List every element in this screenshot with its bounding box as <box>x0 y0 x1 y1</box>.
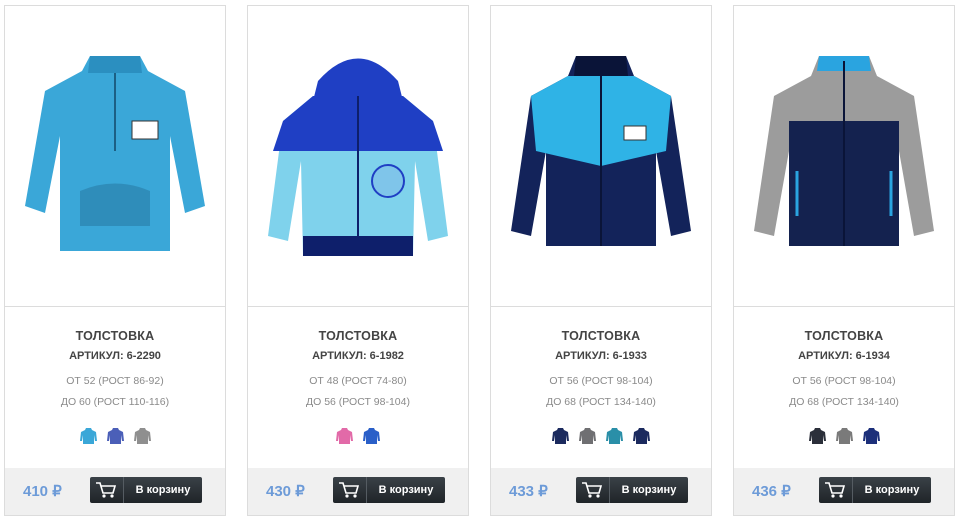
color-swatch[interactable] <box>133 427 151 444</box>
product-image[interactable] <box>248 6 468 307</box>
product-card[interactable]: ТОЛСТОВКА АРТИКУЛ: 6-1933 ОТ 56 (РОСТ 98… <box>490 5 712 516</box>
add-to-cart-button[interactable]: В корзину <box>90 477 202 503</box>
product-title[interactable]: ТОЛСТОВКА <box>491 329 711 343</box>
product-card[interactable]: ТОЛСТОВКА АРТИКУЛ: 6-1934 ОТ 56 (РОСТ 98… <box>733 5 955 516</box>
product-price: 430 ₽ <box>266 483 305 500</box>
product-sku: АРТИКУЛ: 6-2290 <box>69 350 161 362</box>
product-title[interactable]: ТОЛСТОВКА <box>734 329 954 343</box>
product-image[interactable] <box>5 6 225 307</box>
color-swatch[interactable] <box>106 427 124 444</box>
cart-icon <box>825 482 846 498</box>
buy-bar: 436 ₽ В корзину <box>734 468 954 515</box>
product-card[interactable]: ТОЛСТОВКА АРТИКУЛ: 6-2290 ОТ 52 (РОСТ 86… <box>4 5 226 516</box>
product-title[interactable]: ТОЛСТОВКА <box>5 329 225 343</box>
product-sku: АРТИКУЛ: 6-1982 <box>312 350 404 362</box>
product-sku: АРТИКУЛ: 6-1933 <box>555 350 647 362</box>
jacket-image <box>511 56 691 246</box>
add-to-cart-button[interactable]: В корзину <box>819 477 931 503</box>
product-image[interactable] <box>491 6 711 307</box>
product-grid: ТОЛСТОВКА АРТИКУЛ: 6-2290 ОТ 52 (РОСТ 86… <box>0 0 955 519</box>
product-title[interactable]: ТОЛСТОВКА <box>248 329 468 343</box>
size-from: ОТ 56 (РОСТ 98-104) <box>792 375 896 387</box>
size-to: ДО 68 (РОСТ 134-140) <box>789 396 899 408</box>
product-price: 436 ₽ <box>752 483 791 500</box>
add-to-cart-label: В корзину <box>135 484 191 496</box>
cart-icon <box>582 482 603 498</box>
color-swatch[interactable] <box>336 427 353 444</box>
buy-bar: 433 ₽ В корзину <box>491 468 711 515</box>
color-swatches <box>248 427 468 444</box>
cart-icon <box>339 482 360 498</box>
buy-bar: 410 ₽ В корзину <box>5 468 225 515</box>
color-swatch[interactable] <box>606 427 623 444</box>
add-to-cart-label: В корзину <box>621 484 677 496</box>
hoodie-image <box>268 58 448 256</box>
sweatshirt-image <box>25 56 205 251</box>
color-swatches <box>5 427 225 444</box>
size-to: ДО 56 (РОСТ 98-104) <box>306 396 410 408</box>
add-to-cart-label: В корзину <box>378 484 434 496</box>
size-to: ДО 60 (РОСТ 110-116) <box>60 396 170 408</box>
size-from: ОТ 56 (РОСТ 98-104) <box>549 375 653 387</box>
color-swatch[interactable] <box>579 427 596 444</box>
product-sku: АРТИКУЛ: 6-1934 <box>798 350 890 362</box>
product-card[interactable]: ТОЛСТОВКА АРТИКУЛ: 6-1982 ОТ 48 (РОСТ 74… <box>247 5 469 516</box>
cart-icon <box>96 482 117 498</box>
size-from: ОТ 48 (РОСТ 74-80) <box>309 375 407 387</box>
add-to-cart-button[interactable]: В корзину <box>333 477 445 503</box>
add-to-cart-button[interactable]: В корзину <box>576 477 688 503</box>
color-swatch[interactable] <box>552 427 569 444</box>
color-swatches <box>734 427 954 444</box>
color-swatch[interactable] <box>835 427 853 444</box>
color-swatch[interactable] <box>862 427 880 444</box>
size-to: ДО 68 (РОСТ 134-140) <box>546 396 656 408</box>
color-swatch[interactable] <box>633 427 650 444</box>
color-swatch[interactable] <box>808 427 826 444</box>
color-swatch[interactable] <box>363 427 380 444</box>
product-price: 433 ₽ <box>509 483 548 500</box>
color-swatch[interactable] <box>79 427 97 444</box>
product-image[interactable] <box>734 6 954 307</box>
product-price: 410 ₽ <box>23 483 62 500</box>
add-to-cart-label: В корзину <box>864 484 920 496</box>
jacket-image <box>754 56 934 246</box>
color-swatches <box>491 427 711 444</box>
size-from: ОТ 52 (РОСТ 86-92) <box>66 375 164 387</box>
buy-bar: 430 ₽ В корзину <box>248 468 468 515</box>
